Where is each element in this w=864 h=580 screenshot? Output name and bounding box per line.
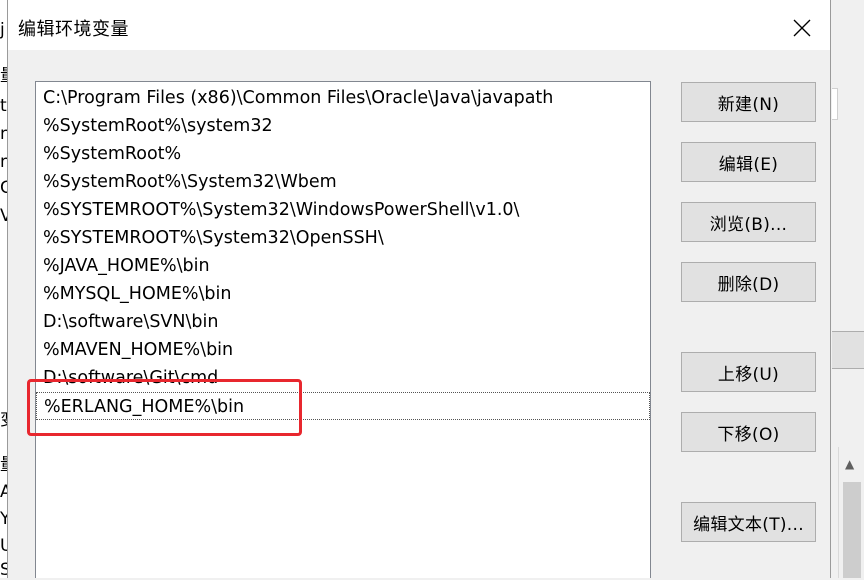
path-list-item[interactable]: %SystemRoot%\System32\Wbem <box>36 168 650 196</box>
background-text: n <box>0 124 7 144</box>
background-button <box>832 331 864 369</box>
background-text: 量 <box>0 66 7 86</box>
background-text: U <box>0 536 7 556</box>
path-list-item[interactable]: %SystemRoot% <box>36 140 650 168</box>
delete-button[interactable]: 删除(D) <box>681 262 816 302</box>
path-list-item[interactable]: %MAVEN_HOME%\bin <box>36 336 650 364</box>
path-list-item[interactable]: %SYSTEMROOT%\System32\OpenSSH\ <box>36 224 650 252</box>
background-text: Cl <box>0 178 7 198</box>
scrollbar-thumb <box>843 482 861 578</box>
edit-button[interactable]: 编辑(E) <box>681 142 816 182</box>
path-list-item[interactable]: %SystemRoot%\system32 <box>36 112 650 140</box>
dialog-title: 编辑环境变量 <box>18 19 129 40</box>
background-text: A <box>0 482 7 502</box>
path-list-item[interactable]: %JAVA_HOME%\bin <box>36 252 650 280</box>
background-text: 量 <box>0 455 7 475</box>
path-list-item[interactable]: C:\Program Files (x86)\Common Files\Orac… <box>36 84 650 112</box>
path-list-item[interactable]: %MYSQL_HOME%\bin <box>36 280 650 308</box>
path-list-item[interactable]: D:\software\SVN\bin <box>36 308 650 336</box>
move-up-button[interactable]: 上移(U) <box>681 352 816 392</box>
move-down-button[interactable]: 下移(O) <box>681 412 816 452</box>
close-button[interactable] <box>782 10 822 46</box>
path-list[interactable]: C:\Program Files (x86)\Common Files\Orac… <box>35 81 651 578</box>
edit-environment-variable-dialog: 编辑环境变量 C:\Program Files (x86)\Common Fil… <box>7 0 831 578</box>
background-text: 变 <box>0 410 7 430</box>
new-button[interactable]: 新建(N) <box>681 82 816 122</box>
background-text: j <box>0 20 5 40</box>
background-field <box>832 88 838 120</box>
scroll-up-arrow-icon: ▲ <box>845 457 855 471</box>
dialog-titlebar: 编辑环境变量 <box>8 0 830 50</box>
background-text: t <box>0 96 7 116</box>
close-icon <box>793 19 811 37</box>
edit-text-button[interactable]: 编辑文本(T)... <box>681 502 816 542</box>
path-list-item[interactable]: %SYSTEMROOT%\System32\WindowsPowerShell\… <box>36 196 650 224</box>
background-text: nt <box>0 152 7 172</box>
background-text: Y <box>0 509 7 529</box>
background-text: S <box>0 560 7 580</box>
background-scrollbar: ▲ <box>838 447 864 578</box>
red-highlight-box <box>27 379 302 436</box>
background-text: V <box>0 206 7 226</box>
browse-button[interactable]: 浏览(B)... <box>681 202 816 242</box>
